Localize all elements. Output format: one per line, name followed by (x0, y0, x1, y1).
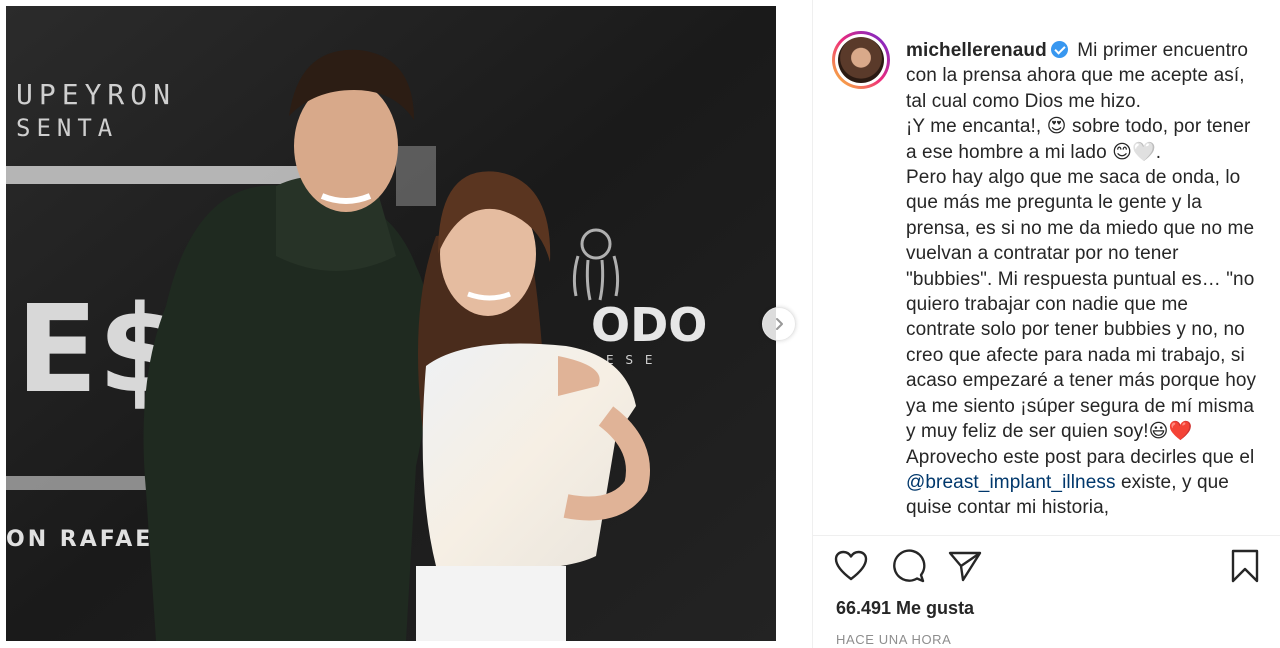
backdrop-text-6: E S E (606, 353, 656, 367)
caption-line-2: ¡Y me encanta!, 😍 sobre todo, por tener … (906, 116, 1251, 163)
post-photo[interactable]: UPEYRON SENTA E$T ON RAFAEL PE ODO E S E (6, 6, 776, 641)
save-button[interactable] (1225, 546, 1265, 586)
heart-icon (834, 550, 868, 581)
post-timestamp[interactable]: HACE UNA HORA (836, 632, 951, 647)
avatar-image (838, 37, 884, 83)
caption-scroll-area[interactable]: michellerenaud Mi primer encuentro con l… (813, 0, 1280, 535)
share-button[interactable] (945, 546, 985, 586)
caption-line-3: Pero hay algo que me saca de onda, lo qu… (906, 167, 1257, 468)
post-caption: michellerenaud Mi primer encuentro con l… (906, 38, 1261, 521)
share-icon (948, 551, 982, 582)
avatar[interactable] (832, 31, 890, 89)
next-photo-button[interactable] (762, 307, 796, 341)
backdrop-text-2: SENTA (16, 114, 118, 142)
post-sidebar: michellerenaud Mi primer encuentro con l… (813, 0, 1280, 648)
like-button[interactable] (831, 546, 871, 586)
username-link[interactable]: michellerenaud (906, 40, 1047, 61)
likes-count[interactable]: 66.491 Me gusta (836, 598, 974, 619)
action-bar (813, 546, 1280, 590)
chevron-right-icon (776, 318, 783, 330)
comment-button[interactable] (889, 546, 929, 586)
bookmark-icon (1231, 549, 1259, 583)
actions-divider (813, 535, 1280, 536)
backdrop-text-1: UPEYRON (16, 78, 176, 111)
comment-icon (893, 549, 926, 583)
mention-link[interactable]: @breast_implant_illness (906, 472, 1116, 493)
photo-image: UPEYRON SENTA E$T ON RAFAEL PE ODO E S E (6, 6, 776, 641)
backdrop-text-5: ODO (591, 298, 707, 352)
verified-icon (1050, 41, 1068, 58)
